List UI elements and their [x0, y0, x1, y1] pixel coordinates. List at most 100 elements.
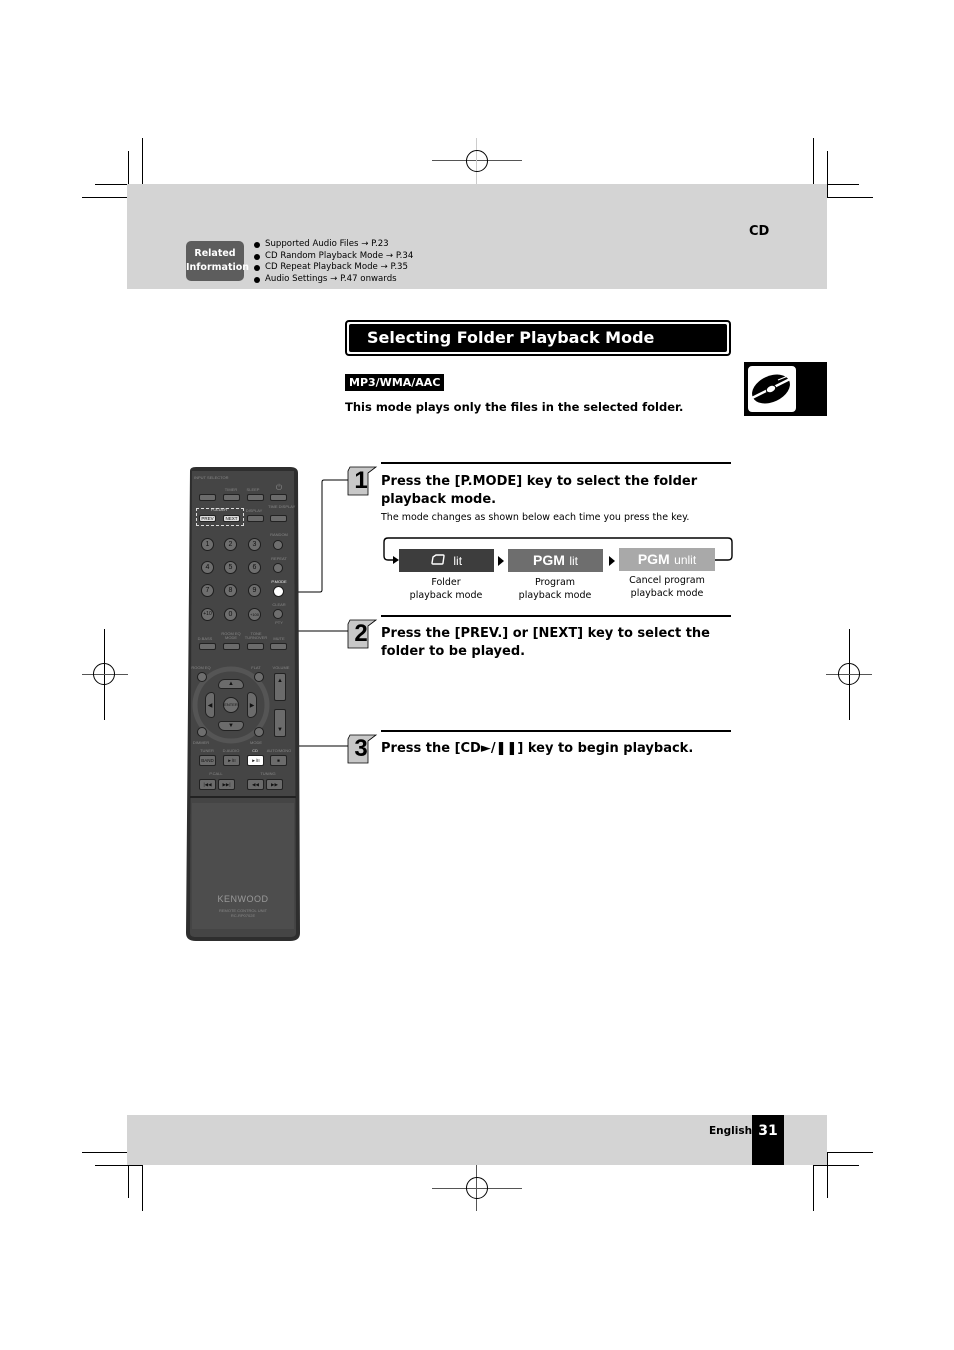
d-audio-play-key[interactable]: ►/II — [223, 755, 240, 766]
step-divider — [381, 462, 731, 464]
volume-up-key[interactable]: ▲ — [274, 673, 286, 701]
remote-label: CD — [252, 748, 258, 753]
remote-label: REPEAT — [271, 556, 287, 561]
power-icon: ⏻ — [275, 483, 283, 492]
step-number: 3 — [354, 735, 368, 762]
cd-chapter-tab[interactable] — [744, 362, 827, 416]
step-1-title: Press the [P.MODE] key to select the fol… — [381, 474, 698, 507]
mode-caption: Cancel program playback mode — [612, 574, 722, 600]
right-arrow-key[interactable]: ▶ — [247, 692, 257, 718]
remote-label: MODE — [250, 740, 262, 745]
remote-label: TUNING — [260, 771, 276, 776]
related-item[interactable]: CD Repeat Playback Mode → P.35 — [254, 262, 413, 274]
related-item[interactable]: CD Random Playback Mode → P.34 — [254, 251, 413, 263]
random-key[interactable] — [273, 540, 283, 550]
footer-band — [127, 1115, 827, 1165]
arrow-right-icon — [498, 556, 504, 566]
remote-label: ROOM EQ — [191, 665, 211, 670]
number-key[interactable]: 1 — [201, 538, 214, 551]
mode-caption-line: playback mode — [409, 590, 483, 601]
remote-control-illustration: INPUT SELECTOR TIMER SLEEP ⏻ FOLDER PREV… — [186, 467, 300, 941]
step-2-title: Press the [PREV.] or [NEXT] key to selec… — [381, 626, 710, 659]
down-arrow-key[interactable]: ▼ — [218, 721, 244, 731]
mode-caption: Program playback mode — [500, 576, 610, 602]
tuning-down-key[interactable]: ◀◀ — [247, 779, 264, 790]
remote-label: DIMMER — [192, 740, 210, 745]
number-key[interactable]: 2 — [224, 538, 237, 551]
arrow-right-icon — [609, 556, 615, 566]
band-key[interactable]: BAND — [199, 755, 216, 766]
step-divider — [381, 730, 731, 732]
remote-label: TONE TURNOVER — [244, 631, 268, 640]
number-key[interactable]: 9 — [248, 584, 261, 597]
mute-key[interactable] — [270, 643, 287, 650]
room-eq-key[interactable] — [197, 672, 207, 682]
related-item[interactable]: Supported Audio Files → P.23 — [254, 239, 413, 251]
input-selector-key[interactable] — [199, 494, 216, 501]
display-key[interactable] — [247, 515, 264, 522]
number-key[interactable]: 4 — [201, 561, 214, 574]
number-key[interactable]: +100 — [248, 608, 261, 621]
prev-key[interactable]: PREV — [199, 515, 216, 522]
mode-caption: Folder playback mode — [391, 576, 501, 602]
step-divider — [381, 615, 731, 617]
up-arrow-key[interactable]: ▲ — [218, 679, 244, 689]
mode-indicator-folder: lit — [399, 549, 494, 572]
section-label: CD — [749, 224, 770, 239]
number-key[interactable]: 6 — [248, 561, 261, 574]
p-mode-key[interactable] — [273, 586, 284, 597]
room-eq-mode-key[interactable] — [223, 643, 240, 650]
volume-down-key[interactable]: ▼ — [274, 709, 286, 737]
remote-label: AUTO/MONO — [266, 748, 292, 753]
language-label: English — [709, 1125, 753, 1137]
folder-icon — [431, 549, 445, 572]
mode-caption-line: Program — [534, 577, 576, 588]
timer-key[interactable] — [223, 494, 240, 501]
remote-model-line: RC-RP0702E — [230, 913, 256, 918]
remote-label: P.CALL — [209, 771, 223, 776]
flat-key[interactable] — [254, 672, 264, 682]
section-title-box: Selecting Folder Playback Mode — [345, 320, 731, 356]
mode-key[interactable] — [254, 727, 264, 737]
related-item[interactable]: Audio Settings → P.47 onwards — [254, 274, 413, 286]
step-number-badge: 2 — [346, 618, 378, 650]
mode-caption-line: playback mode — [630, 588, 704, 599]
d-bass-key[interactable] — [199, 643, 216, 650]
time-display-key[interactable] — [270, 515, 287, 522]
remote-label: CLEAR — [272, 602, 286, 607]
number-key[interactable]: 7 — [201, 584, 214, 597]
related-badge-line2: Information — [186, 262, 250, 273]
repeat-key[interactable] — [273, 563, 283, 573]
number-key[interactable]: 5 — [224, 561, 237, 574]
number-key[interactable]: +10 — [201, 608, 214, 621]
remote-label: TUNER — [200, 748, 214, 753]
mode-caption-line: playback mode — [518, 590, 592, 601]
related-information-list: Supported Audio Files → P.23 CD Random P… — [254, 239, 413, 285]
left-arrow-key[interactable]: ◀ — [205, 692, 215, 718]
remote-label: P.MODE — [271, 579, 287, 584]
number-key[interactable]: 0 — [224, 608, 237, 621]
p-call-down-key[interactable]: |◀◀ — [199, 779, 216, 790]
remote-label: FLAT — [251, 665, 261, 670]
stop-key[interactable]: ■ — [270, 755, 287, 766]
step-1-note: The mode changes as shown below each tim… — [381, 512, 690, 523]
clear-key[interactable] — [273, 609, 283, 619]
sleep-key[interactable] — [247, 494, 264, 501]
next-key[interactable]: NEXT — [223, 515, 240, 522]
enter-key[interactable]: ENTER — [223, 697, 239, 713]
tuning-up-key[interactable]: ▶▶ — [266, 779, 283, 790]
p-call-up-key[interactable]: ▶▶| — [218, 779, 235, 790]
mode-indicator-program: PGM lit — [508, 549, 603, 572]
power-key[interactable] — [270, 494, 287, 501]
cd-play-pause-key[interactable]: ►/II — [247, 755, 264, 766]
number-key[interactable]: 3 — [248, 538, 261, 551]
step-number: 2 — [354, 620, 368, 647]
remote-label: INPUT SELECTOR — [194, 475, 229, 480]
dimmer-key[interactable] — [197, 727, 207, 737]
tone-turnover-key[interactable] — [247, 643, 264, 650]
remote-label: ROOM EQ MODE — [221, 631, 241, 640]
format-tag: MP3/WMA/AAC — [345, 374, 445, 391]
related-badge-line1: Related — [194, 248, 236, 259]
number-key[interactable]: 8 — [224, 584, 237, 597]
remote-label: D.BASS — [197, 636, 213, 641]
